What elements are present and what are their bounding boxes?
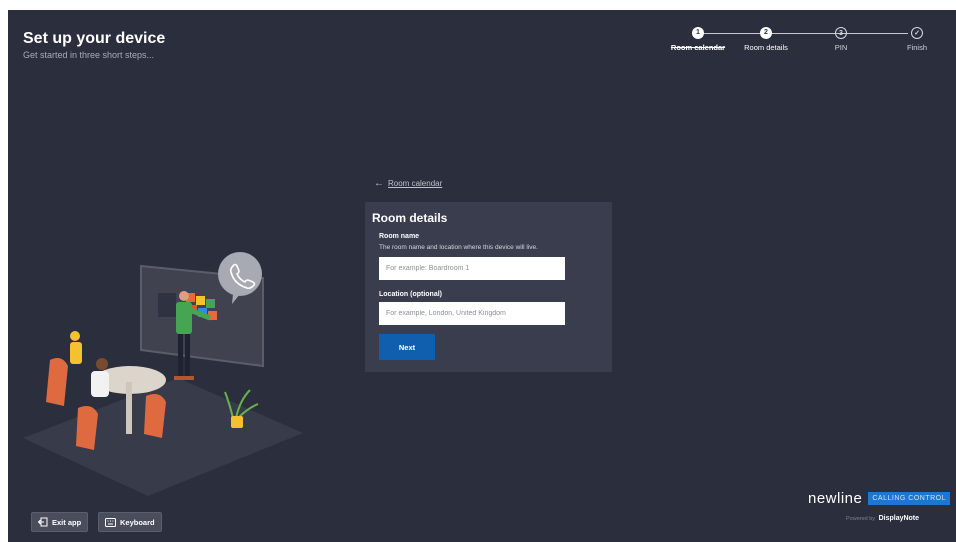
card-title: Room details bbox=[372, 211, 448, 225]
step-1-label: Room calendar bbox=[670, 43, 726, 52]
arrow-left-icon: ← bbox=[374, 178, 384, 189]
powered-by-text: Powered by bbox=[846, 516, 876, 522]
progress-stepper: 1 Room calendar 2 Room details 3 PIN ✓ F… bbox=[658, 25, 943, 65]
keyboard-label: Keyboard bbox=[120, 517, 155, 527]
powered-by-brand: DisplayNote bbox=[878, 515, 920, 522]
step-room-details: 2 Room details bbox=[731, 25, 801, 52]
step-room-calendar: 1 Room calendar bbox=[663, 25, 733, 52]
location-label: Location (optional) bbox=[379, 291, 442, 298]
step-2-label: Room details bbox=[744, 43, 788, 52]
exit-app-button[interactable]: Exit app bbox=[31, 512, 89, 532]
brand-logo: newline CALLING CONTROL bbox=[808, 488, 956, 508]
back-link-label: Room calendar bbox=[388, 179, 443, 188]
step-4-label: Finish bbox=[906, 43, 927, 52]
page-subtitle: Get started in three short steps... bbox=[23, 50, 155, 60]
step-pin: 3 PIN bbox=[806, 25, 876, 52]
keyboard-icon bbox=[105, 517, 116, 527]
back-link-room-calendar[interactable]: ← Room calendar bbox=[374, 178, 442, 189]
room-name-help: The room name and location where this de… bbox=[379, 244, 538, 251]
next-button[interactable]: Next bbox=[379, 334, 435, 360]
brand-badge: CALLING CONTROL bbox=[868, 491, 950, 505]
step-3-dot: 3 bbox=[835, 27, 847, 39]
setup-screen: Set up your device Get started in three … bbox=[8, 10, 956, 542]
room-name-label: Room name bbox=[379, 233, 420, 240]
keyboard-button[interactable]: Keyboard bbox=[98, 512, 162, 532]
powered-by: Powered by DisplayNote bbox=[846, 515, 919, 522]
page-title: Set up your device bbox=[23, 30, 166, 47]
step-finish: ✓ Finish bbox=[882, 25, 952, 52]
step-2-dot: 2 bbox=[760, 27, 772, 39]
exit-icon bbox=[38, 517, 48, 527]
location-input[interactable] bbox=[379, 302, 565, 325]
brand-name: newline bbox=[808, 489, 863, 507]
check-icon: ✓ bbox=[911, 27, 923, 39]
step-1-dot: 1 bbox=[692, 27, 704, 39]
meeting-room-illustration bbox=[23, 252, 303, 496]
step-3-label: PIN bbox=[834, 43, 848, 52]
room-details-card: Room details Room name The room name and… bbox=[365, 202, 612, 372]
room-name-input[interactable] bbox=[379, 257, 565, 280]
exit-app-label: Exit app bbox=[52, 517, 82, 527]
